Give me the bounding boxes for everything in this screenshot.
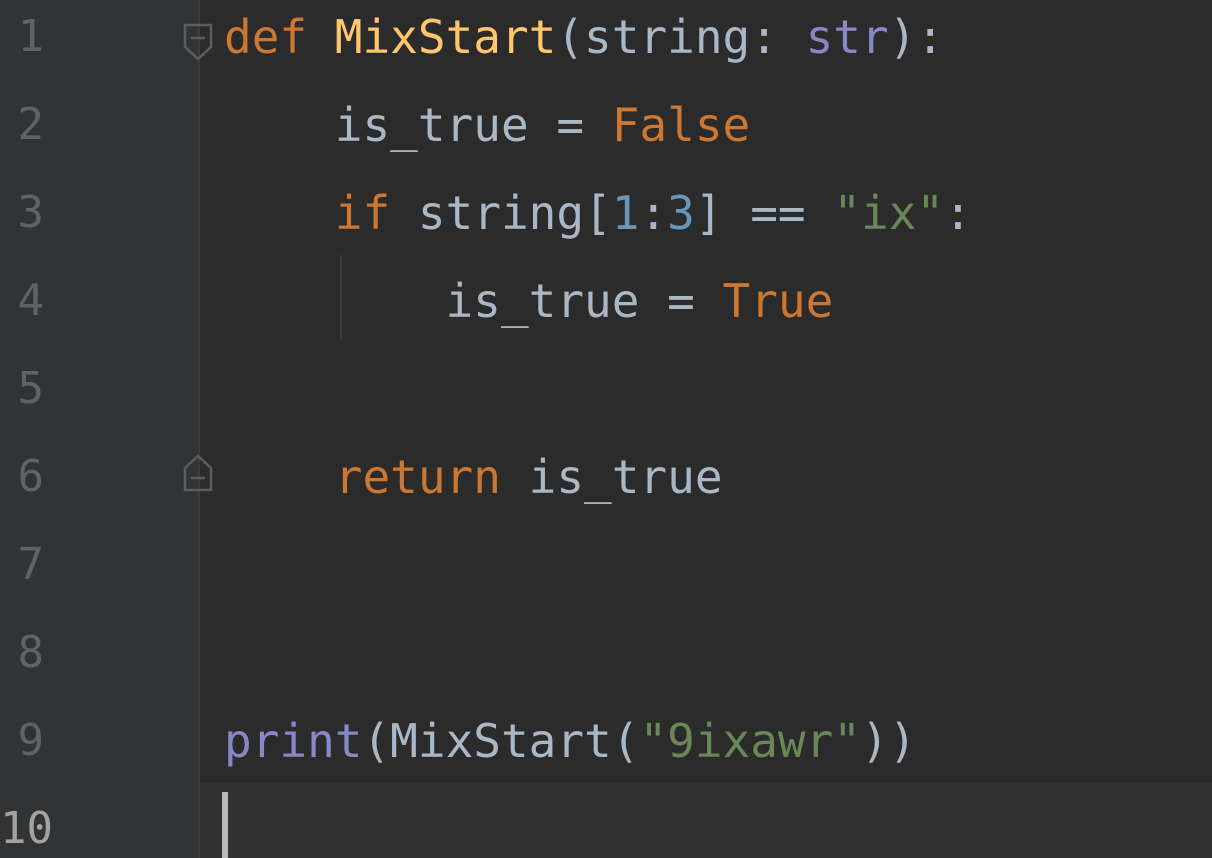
code-token: ): (888, 10, 945, 64)
code-token: string[ (390, 186, 612, 240)
code-token: return (334, 450, 501, 504)
code-line[interactable]: print(MixStart("9ixawr")) (224, 697, 916, 785)
line-number: 4 (17, 275, 45, 326)
line-number: 2 (17, 99, 45, 150)
code-token: MixStart (334, 10, 557, 64)
code-token: : (639, 186, 668, 240)
gutter-divider (198, 0, 200, 858)
code-token: 3 (667, 186, 695, 240)
code-token: "ix" (833, 186, 945, 240)
code-line[interactable]: is_true = False (224, 81, 750, 169)
code-token: False (611, 98, 751, 152)
code-token: is_true = (224, 274, 723, 328)
code-token: ] == (694, 186, 834, 240)
code-token: (MixStart( (362, 714, 640, 768)
line-number: 6 (17, 451, 45, 502)
line-number: 1 (17, 11, 45, 62)
code-token: str (805, 10, 889, 64)
code-token: True (722, 274, 834, 328)
code-token: def (224, 10, 308, 64)
code-line[interactable]: is_true = True (224, 257, 834, 345)
line-number: 8 (17, 627, 45, 678)
code-token: (string: (556, 10, 806, 64)
code-token: is_true (500, 450, 723, 504)
code-token: 1 (611, 186, 640, 240)
line-number: 9 (17, 715, 45, 766)
code-token: print (224, 714, 363, 768)
code-editor[interactable]: 1 2 3 4 5 6 7 8 9 10 def MixStart(string: str): i… (0, 0, 1212, 858)
fold-collapse-icon[interactable] (181, 21, 215, 61)
code-token: if (334, 186, 391, 240)
code-token: "9ixawr" (639, 714, 861, 768)
code-line[interactable]: return is_true (224, 433, 723, 521)
code-line[interactable]: def MixStart(string: str): (224, 0, 944, 81)
code-token: is_true = (224, 98, 612, 152)
line-number: 3 (17, 187, 45, 238)
code-token: )) (861, 714, 917, 768)
line-number: 10 (0, 803, 53, 854)
code-line[interactable]: if string[1:3] == "ix": (224, 169, 972, 257)
current-line-highlight (200, 783, 1212, 858)
line-number: 7 (17, 539, 45, 590)
code-token: : (944, 186, 972, 240)
line-number: 5 (17, 363, 45, 414)
fold-end-icon[interactable] (181, 454, 215, 494)
text-caret (222, 792, 228, 858)
